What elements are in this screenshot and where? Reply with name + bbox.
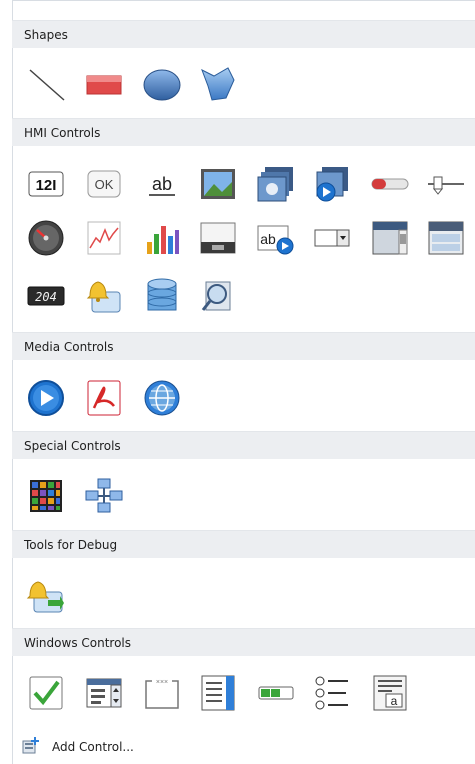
network-topology-icon[interactable] [84,476,124,516]
bar-chart-icon[interactable] [142,218,182,258]
textbox-control-letter: a [391,694,398,708]
datetime-picker-icon[interactable] [84,673,124,713]
line-shape-icon[interactable] [26,64,66,104]
rectangle-shape-icon[interactable] [84,64,124,104]
alarm-bell-icon[interactable] [84,276,124,316]
image-list-icon[interactable] [256,164,296,204]
gauge-meter-icon[interactable] [26,218,66,258]
web-browser-icon[interactable] [142,378,182,418]
section-label: Special Controls [24,439,121,453]
digital-display-text: 204 [35,290,57,304]
section-header-shapes[interactable]: Shapes [12,20,475,48]
add-control-label: Add Control... [52,739,134,754]
listbox-control-icon[interactable] [198,673,238,713]
button-control-text: OK [95,177,114,192]
text-label-icon[interactable]: ab [142,164,182,204]
numeric-display-text: 12I [36,177,57,194]
section-label: Media Controls [24,340,114,354]
radio-list-icon[interactable] [312,673,352,713]
slider-control-icon[interactable] [426,164,466,204]
section-label: Windows Controls [24,636,132,650]
media-player-icon[interactable] [26,378,66,418]
trend-chart-icon[interactable] [84,218,124,258]
debug-alarm-icon[interactable] [26,576,66,616]
add-control-link[interactable]: Add Control... [12,730,475,763]
checkbox-control-icon[interactable] [26,673,66,713]
add-control-icon [22,736,40,757]
section-label: Shapes [24,28,68,42]
textbox-control-icon[interactable]: a [370,673,410,713]
combobox-control-icon[interactable] [312,218,352,258]
panel-control-icon[interactable] [198,218,238,258]
scrollbar-panel-icon[interactable] [370,218,410,258]
color-grid-icon[interactable] [26,476,66,516]
ellipse-shape-icon[interactable] [142,64,182,104]
groupbox-control-icon[interactable]: ××× [142,673,182,713]
image-control-icon[interactable] [198,164,238,204]
section-header-media-controls[interactable]: Media Controls [12,332,475,360]
section-header-special-controls[interactable]: Special Controls [12,431,475,459]
progress-bar-icon[interactable] [256,673,296,713]
text-edit-icon[interactable]: ab [256,218,296,258]
data-search-icon[interactable] [198,276,238,316]
section-header-windows-controls[interactable]: Windows Controls [12,628,475,656]
numeric-display-icon[interactable]: 12I [26,164,66,204]
section-header-tools-for-debug[interactable]: Tools for Debug [12,530,475,558]
text-label-text: ab [152,174,172,194]
list-panel-icon[interactable] [426,218,466,258]
polygon-shape-icon[interactable] [198,64,238,104]
section-label: Tools for Debug [24,538,118,552]
bar-indicator-icon[interactable] [370,164,410,204]
svg-text:×××: ××× [156,679,168,686]
button-control-icon[interactable]: OK [84,164,124,204]
section-label: HMI Controls [24,126,101,140]
text-edit-text: ab [260,231,276,247]
database-icon[interactable] [142,276,182,316]
digital-display-icon[interactable]: 204 [26,276,66,316]
section-header-hmi-controls[interactable]: HMI Controls [12,118,475,146]
image-player-icon[interactable] [312,164,352,204]
pdf-viewer-icon[interactable] [84,378,124,418]
